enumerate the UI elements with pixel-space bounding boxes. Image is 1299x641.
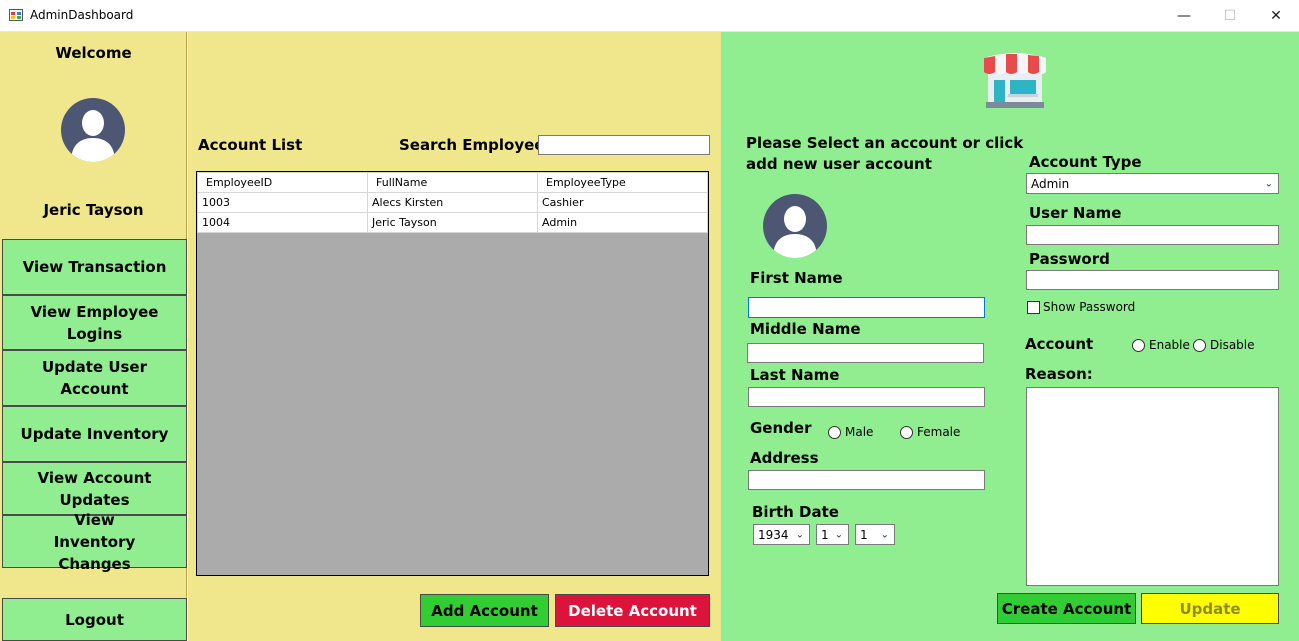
- show-password-checkbox[interactable]: [1027, 301, 1040, 314]
- reason-textarea[interactable]: [1026, 387, 1279, 586]
- view-account-updates-button[interactable]: View Account Updates: [2, 462, 187, 515]
- table-header-row: EmployeeID FullName EmployeeType: [197, 172, 708, 193]
- search-employee-input[interactable]: [538, 135, 710, 155]
- update-user-account-label: Update User Account: [41, 358, 148, 398]
- cell-employee-type[interactable]: Cashier: [537, 192, 708, 213]
- account-disable-radio[interactable]: [1193, 339, 1206, 352]
- minimize-icon: —: [1177, 7, 1191, 24]
- view-transaction-label: View Transaction: [22, 258, 167, 276]
- update-label: Update: [1179, 599, 1241, 618]
- current-user-name: Jeric Tayson: [43, 201, 144, 219]
- column-header-full-name[interactable]: FullName: [367, 172, 538, 193]
- minimize-button[interactable]: —: [1161, 0, 1207, 31]
- update-inventory-button[interactable]: Update Inventory: [2, 406, 187, 462]
- first-name-label: First Name: [750, 269, 843, 287]
- gender-male-radio[interactable]: [828, 426, 841, 439]
- view-transaction-button[interactable]: View Transaction: [2, 239, 187, 295]
- view-inventory-changes-label: View Inventory Changes: [53, 510, 136, 573]
- account-enable-radio[interactable]: [1132, 339, 1145, 352]
- birth-year-value: 1934: [758, 527, 789, 542]
- reason-label: Reason:: [1025, 365, 1093, 383]
- gender-female-label[interactable]: Female: [917, 425, 960, 439]
- cell-employee-id[interactable]: 1003: [197, 192, 368, 213]
- show-password-label[interactable]: Show Password: [1043, 300, 1135, 314]
- birth-month-value: 1: [821, 527, 829, 542]
- close-button[interactable]: ✕: [1253, 0, 1299, 31]
- account-list-label: Account List: [198, 136, 303, 154]
- column-header-employee-type[interactable]: EmployeeType: [537, 172, 708, 193]
- address-label: Address: [750, 449, 819, 467]
- password-input[interactable]: [1026, 270, 1279, 290]
- update-user-account-button[interactable]: Update User Account: [2, 350, 187, 406]
- user-avatar-icon: [61, 98, 125, 162]
- store-icon: [984, 53, 1046, 108]
- gender-label: Gender: [750, 419, 812, 437]
- update-inventory-label: Update Inventory: [20, 425, 169, 443]
- add-account-button[interactable]: Add Account: [420, 594, 549, 627]
- address-input[interactable]: [748, 470, 985, 490]
- maximize-icon: ☐: [1223, 7, 1237, 24]
- welcome-label: Welcome: [55, 44, 132, 62]
- title-bar: AdminDashboard — ☐ ✕: [0, 0, 1299, 32]
- cell-full-name[interactable]: Alecs Kirsten: [367, 192, 538, 213]
- account-status-label: Account: [1025, 335, 1094, 353]
- middle-name-input[interactable]: [747, 343, 984, 363]
- cell-employee-id[interactable]: 1004: [197, 212, 368, 233]
- view-employee-logins-button[interactable]: View Employee Logins: [2, 295, 187, 350]
- account-disable-label[interactable]: Disable: [1210, 338, 1255, 352]
- logout-button[interactable]: Logout: [2, 598, 187, 641]
- delete-account-label: Delete Account: [568, 601, 697, 620]
- create-account-label: Create Account: [1001, 599, 1132, 618]
- add-account-label: Add Account: [431, 601, 538, 620]
- birth-day-select[interactable]: 1 ⌄: [855, 524, 895, 545]
- update-button[interactable]: Update: [1141, 593, 1279, 624]
- column-header-employee-id[interactable]: EmployeeID: [197, 172, 368, 193]
- search-employee-label: Search Employee: [399, 136, 545, 154]
- logout-label: Logout: [65, 610, 124, 629]
- cell-full-name[interactable]: Jeric Tayson: [367, 212, 538, 233]
- gender-male-label[interactable]: Male: [845, 425, 873, 439]
- maximize-button[interactable]: ☐: [1207, 0, 1253, 31]
- close-icon: ✕: [1270, 7, 1282, 24]
- first-name-input[interactable]: [748, 297, 985, 318]
- user-name-label: User Name: [1029, 204, 1122, 222]
- app-icon: [9, 9, 23, 21]
- form-instruction: Please Select an account or click add ne…: [746, 134, 1024, 173]
- chevron-down-icon: ⌄: [834, 529, 843, 540]
- account-type-select[interactable]: Admin ⌄: [1026, 173, 1279, 194]
- last-name-label: Last Name: [750, 366, 840, 384]
- last-name-input[interactable]: [748, 387, 985, 407]
- view-employee-logins-label: View Employee Logins: [30, 302, 159, 343]
- cell-employee-type[interactable]: Admin: [537, 212, 708, 233]
- view-inventory-changes-button[interactable]: View Inventory Changes: [2, 511, 187, 573]
- window-title: AdminDashboard: [30, 8, 134, 22]
- account-grid[interactable]: EmployeeID FullName EmployeeType 1003 Al…: [196, 171, 709, 576]
- account-table: EmployeeID FullName EmployeeType 1003 Al…: [197, 172, 708, 233]
- employee-avatar-icon: [763, 194, 827, 258]
- account-type-label: Account Type: [1029, 153, 1142, 171]
- gender-female-radio[interactable]: [900, 426, 913, 439]
- middle-name-label: Middle Name: [750, 320, 861, 338]
- birth-month-select[interactable]: 1 ⌄: [816, 524, 849, 545]
- chevron-down-icon: ⌄: [880, 529, 889, 540]
- delete-account-button[interactable]: Delete Account: [555, 594, 710, 627]
- birth-date-label: Birth Date: [752, 503, 839, 521]
- birth-day-value: 1: [860, 527, 868, 542]
- table-row[interactable]: 1004 Jeric Tayson Admin: [197, 212, 708, 233]
- chevron-down-icon: ⌄: [1264, 178, 1273, 189]
- chevron-down-icon: ⌄: [795, 529, 804, 540]
- view-account-updates-label: View Account Updates: [37, 468, 152, 509]
- account-enable-label[interactable]: Enable: [1149, 338, 1190, 352]
- user-name-input[interactable]: [1026, 225, 1279, 245]
- create-account-button[interactable]: Create Account: [997, 593, 1136, 624]
- birth-year-select[interactable]: 1934 ⌄: [753, 524, 810, 545]
- account-type-value: Admin: [1031, 176, 1070, 191]
- password-label: Password: [1029, 250, 1110, 268]
- table-row[interactable]: 1003 Alecs Kirsten Cashier: [197, 192, 708, 213]
